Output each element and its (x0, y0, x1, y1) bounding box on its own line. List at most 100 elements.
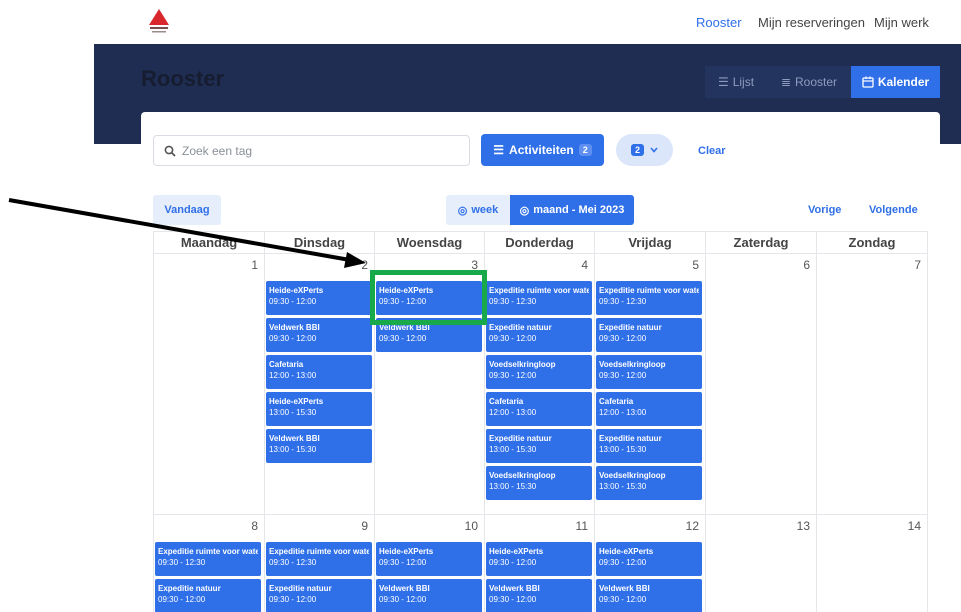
search-field[interactable] (153, 135, 470, 166)
event-block[interactable]: Veldwerk BBI 13:00 - 15:30 (266, 429, 372, 463)
event-time: 09:30 - 12:00 (489, 334, 537, 343)
event-block[interactable]: Veldwerk BBI 09:30 - 12:00 (376, 579, 482, 612)
event-block[interactable]: Cafetaria 12:00 - 13:00 (266, 355, 372, 389)
event-block[interactable]: Heide-eXPerts 13:00 - 15:30 (266, 392, 372, 426)
selected-count-badge: 2 (630, 144, 644, 156)
grid-column-divider (927, 231, 928, 612)
event-block[interactable]: Voedselkringloop 13:00 - 15:30 (486, 466, 592, 500)
day-number: 13 (796, 519, 810, 533)
activities-filter-button[interactable]: ☰ Activiteiten 2 (481, 134, 604, 166)
event-time: 13:00 - 15:30 (489, 445, 537, 454)
event-time: 09:30 - 12:00 (599, 558, 647, 567)
next-button[interactable]: Volgende (869, 204, 918, 216)
event-block[interactable]: Expeditie natuur 09:30 - 12:00 (155, 579, 261, 612)
event-block[interactable]: Expeditie ruimte voor water 09:30 - 12:30 (596, 281, 702, 315)
event-block[interactable]: Expeditie natuur 09:30 - 12:00 (266, 579, 372, 612)
day-cell[interactable] (153, 253, 264, 514)
event-time: 09:30 - 12:00 (269, 595, 317, 604)
week-view-button[interactable]: ◎ week (446, 195, 510, 225)
day-cell[interactable] (705, 253, 816, 514)
event-block[interactable]: Expeditie ruimte voor water 09:30 - 12:30 (155, 542, 261, 576)
event-time: 09:30 - 12:30 (269, 558, 317, 567)
event-block[interactable]: Heide-eXPerts 09:30 - 12:00 (486, 542, 592, 576)
event-block[interactable]: Expeditie ruimte voor water 09:30 - 12:30 (486, 281, 592, 315)
brand-logo[interactable] (148, 8, 170, 36)
clear-filters-button[interactable]: Clear (698, 145, 726, 157)
view-calendar-button[interactable]: Kalender (851, 66, 940, 98)
event-block[interactable]: Voedselkringloop 09:30 - 12:00 (596, 355, 702, 389)
view-schedule-button[interactable]: ≣ Rooster (767, 66, 851, 98)
event-title: Expeditie natuur (489, 434, 552, 443)
event-time: 09:30 - 12:00 (489, 558, 537, 567)
previous-button[interactable]: Vorige (808, 204, 841, 216)
day-number: 8 (251, 519, 258, 533)
event-title: Expeditie natuur (158, 584, 221, 593)
event-block[interactable]: Cafetaria 12:00 - 13:00 (596, 392, 702, 426)
month-label: maand - Mei 2023 (533, 204, 625, 216)
weekday-header: Woensdag (374, 231, 484, 253)
event-title: Heide-eXPerts (599, 547, 654, 556)
nav-rooster[interactable]: Rooster (696, 15, 742, 30)
event-time: 13:00 - 15:30 (269, 445, 317, 454)
event-block[interactable]: Expeditie ruimte voor water 09:30 - 12:30 (266, 542, 372, 576)
page-title: Rooster (141, 66, 225, 91)
event-block[interactable]: Veldwerk BBI 09:30 - 12:00 (266, 318, 372, 352)
event-time: 12:00 - 13:00 (269, 371, 317, 380)
lines-icon: ≣ (780, 75, 792, 89)
month-view-button[interactable]: ◎ maand - Mei 2023 (510, 195, 634, 225)
search-input[interactable] (182, 143, 452, 158)
event-title: Cafetaria (269, 360, 304, 369)
event-title: Voedselkringloop (599, 471, 666, 480)
weekday-header: Maandag (153, 231, 264, 253)
event-block[interactable]: Heide-eXPerts 09:30 - 12:00 (596, 542, 702, 576)
event-time: 13:00 - 15:30 (599, 482, 647, 491)
event-title: Expeditie natuur (489, 323, 552, 332)
search-icon (164, 145, 176, 157)
event-time: 09:30 - 12:00 (599, 595, 647, 604)
event-block[interactable]: Expeditie natuur 09:30 - 12:00 (486, 318, 592, 352)
nav-my-reservations[interactable]: Mijn reserveringen (758, 15, 865, 30)
event-title: Veldwerk BBI (599, 584, 650, 593)
event-title: Heide-eXPerts (489, 547, 544, 556)
eye-icon: ◎ (519, 204, 530, 217)
view-schedule-label: Rooster (795, 75, 838, 89)
event-block[interactable]: Expeditie natuur 09:30 - 12:00 (596, 318, 702, 352)
event-block[interactable]: Expeditie natuur 13:00 - 15:30 (596, 429, 702, 463)
view-calendar-label: Kalender (877, 75, 930, 89)
today-button[interactable]: Vandaag (153, 195, 221, 225)
activities-count-badge: 2 (578, 144, 592, 156)
event-block[interactable]: Heide-eXPerts 09:30 - 12:00 (266, 281, 372, 315)
day-number: 7 (914, 258, 921, 272)
event-block[interactable]: Voedselkringloop 13:00 - 15:30 (596, 466, 702, 500)
event-time: 09:30 - 12:00 (489, 595, 537, 604)
event-title: Voedselkringloop (489, 471, 556, 480)
event-time: 13:00 - 15:30 (489, 482, 537, 491)
event-time: 09:30 - 12:00 (599, 371, 647, 380)
event-block[interactable]: Veldwerk BBI 09:30 - 12:00 (486, 579, 592, 612)
weekday-header: Zondag (816, 231, 927, 253)
list-icon: ☰ (717, 75, 729, 89)
event-block[interactable]: Expeditie natuur 13:00 - 15:30 (486, 429, 592, 463)
view-list-button[interactable]: ☰ Lijst (705, 66, 767, 98)
event-block[interactable]: Cafetaria 12:00 - 13:00 (486, 392, 592, 426)
day-number: 2 (361, 258, 368, 272)
event-block[interactable]: Heide-eXPerts 09:30 - 12:00 (376, 542, 482, 576)
event-time: 09:30 - 12:00 (489, 371, 537, 380)
nav-my-work[interactable]: Mijn werk (874, 15, 929, 30)
event-time: 09:30 - 12:00 (599, 334, 647, 343)
chevron-down-icon (650, 147, 658, 153)
event-title: Expeditie ruimte voor water (489, 286, 589, 295)
day-cell[interactable] (816, 253, 927, 514)
event-title: Veldwerk BBI (379, 584, 430, 593)
activities-label: Activiteiten (509, 143, 574, 157)
selected-count-dropdown[interactable]: 2 (616, 134, 673, 166)
event-block[interactable]: Veldwerk BBI 09:30 - 12:00 (596, 579, 702, 612)
event-time: 13:00 - 15:30 (269, 408, 317, 417)
event-time: 09:30 - 12:30 (489, 297, 537, 306)
event-time: 09:30 - 12:00 (379, 595, 427, 604)
event-block[interactable]: Voedselkringloop 09:30 - 12:00 (486, 355, 592, 389)
weekday-header: Dinsdag (264, 231, 374, 253)
event-title: Expeditie ruimte voor water (599, 286, 699, 295)
event-time: 09:30 - 12:30 (158, 558, 206, 567)
event-time: 09:30 - 12:00 (379, 334, 427, 343)
